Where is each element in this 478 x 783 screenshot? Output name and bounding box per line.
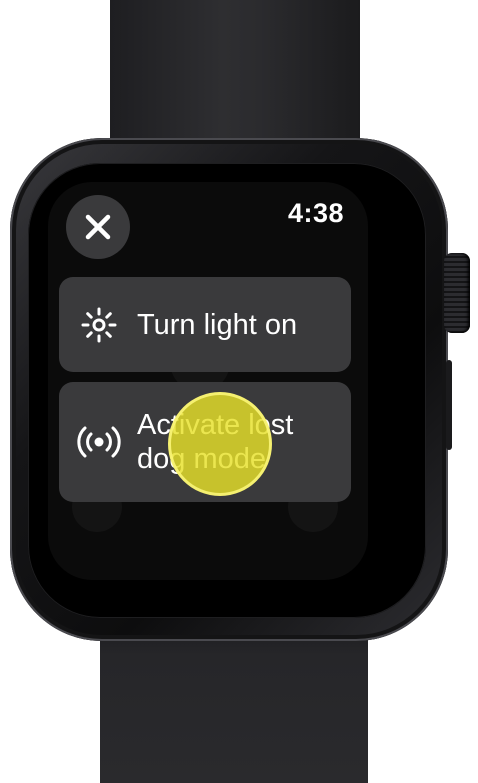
broadcast-icon	[75, 418, 123, 466]
action-label: Turn light on	[137, 308, 298, 341]
digital-crown[interactable]	[444, 253, 470, 333]
status-time: 4:38	[287, 198, 344, 228]
turn-light-on-button[interactable]: Turn light on	[59, 277, 351, 372]
touch-indicator	[168, 392, 272, 496]
watch-frame: 4:38 Turn light on lost dog	[0, 0, 478, 783]
watch-screen: 4:38 Turn light on lost dog	[48, 182, 368, 580]
light-icon	[75, 301, 123, 349]
close-icon	[85, 214, 111, 240]
close-button[interactable]	[66, 195, 130, 259]
side-button[interactable]	[446, 360, 452, 450]
